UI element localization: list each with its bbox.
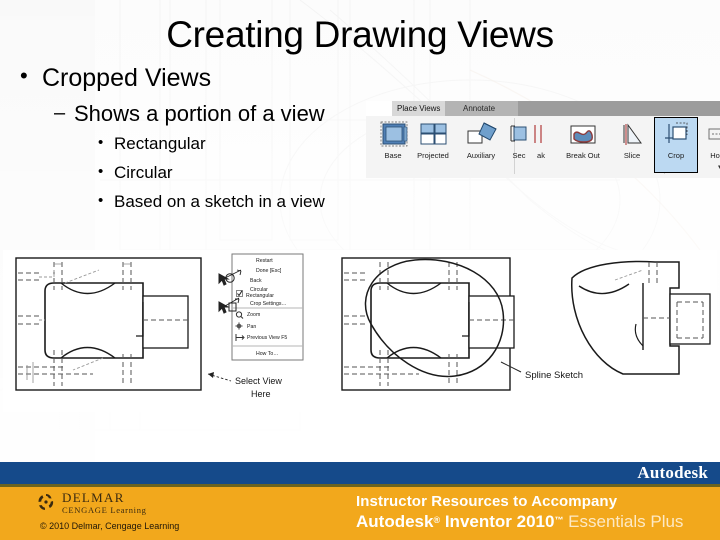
ribbon-right-strip — [518, 101, 720, 116]
product-edition: Essentials Plus — [563, 512, 684, 531]
ribbon-button-auxiliary[interactable]: Auxiliary — [458, 119, 504, 171]
menu-item-back: Back — [250, 278, 262, 284]
crop-icon — [655, 118, 697, 151]
bullet-marker: • — [98, 192, 104, 209]
ribbon-button-slice[interactable]: Slice — [612, 119, 652, 171]
ribbon-button-label: Horiz — [710, 151, 720, 160]
ribbon-button-label: Break Out — [566, 151, 600, 160]
select-view-here-line1: Select View — [235, 376, 282, 386]
menu-item-pan: Pan — [247, 324, 256, 330]
ribbon-button-break[interactable]: ak — [526, 119, 556, 171]
page-title: Creating Drawing Views — [166, 14, 554, 55]
menu-item-previous-view: Previous View F5 — [247, 335, 287, 341]
ribbon-tab-strip: Place Views Annotate — [366, 101, 720, 116]
ribbon-button-label: Slice — [623, 151, 641, 160]
menu-item-done: Done [Esc] — [256, 268, 282, 274]
bullet-text: Rectangular — [114, 134, 206, 153]
bullet-text: Cropped Views — [42, 64, 212, 92]
menu-item-restart: Restart — [256, 258, 273, 264]
autodesk-wordmark: Autodesk — [637, 463, 708, 482]
delmar-brand-name: DELMAR — [62, 490, 125, 505]
bullet-level1: • Cropped Views — [18, 63, 578, 92]
bullet-text: Based on a sketch in a view — [114, 192, 325, 211]
bullet-marker: – — [54, 102, 66, 124]
bullet-level3: • Based on a sketch in a view — [18, 193, 578, 210]
delmar-logo-icon — [36, 492, 56, 512]
footer-blue-bar — [0, 462, 720, 484]
product-name: Inventor 2010 — [440, 512, 555, 531]
select-view-here-line2: Here — [251, 389, 271, 399]
horizontal-break-icon — [702, 119, 720, 151]
ribbon-button-label: Projected — [417, 151, 449, 160]
bullet-marker: • — [20, 63, 28, 88]
illustration-strip: Restart Done [Esc] Back Circular Rectang… — [3, 250, 717, 412]
menu-item-how-to: How To… — [256, 351, 278, 357]
tab-place-views[interactable]: Place Views — [392, 101, 446, 116]
ribbon-button-label: Crop — [667, 151, 685, 160]
ribbon-button-horizontal[interactable]: Horiz ▾ — [702, 119, 720, 171]
bullet-text: Circular — [114, 163, 173, 182]
menu-item-rectangular: Rectangular — [246, 293, 274, 299]
inventor-ribbon-screenshot: Place Views Annotate Base Projected Auxi… — [366, 101, 720, 178]
bullet-text: Shows a portion of a view — [74, 101, 325, 126]
slice-icon — [612, 119, 652, 151]
menu-item-crop-settings: Crop Settings… — [250, 301, 287, 307]
product-brand: Autodesk — [356, 512, 434, 531]
ribbon-button-crop[interactable]: Crop — [654, 117, 698, 173]
copyright-text: © 2010 Delmar, Cengage Learning — [40, 521, 180, 531]
projected-view-icon — [410, 119, 456, 151]
ribbon-panel-area: Base Projected Auxiliary Sec ak Break Ou… — [366, 116, 720, 178]
spline-sketch-label: Spline Sketch — [525, 370, 583, 381]
menu-item-zoom: Zoom — [247, 312, 260, 318]
left-part-drawing — [15, 257, 202, 391]
bullet-marker: • — [98, 163, 104, 180]
tab-annotate[interactable]: Annotate — [458, 101, 500, 116]
spline-sketch-drawing — [341, 257, 515, 391]
ribbon-button-projected[interactable]: Projected — [410, 119, 456, 171]
break-out-icon — [554, 119, 612, 151]
product-title-line: Autodesk® Inventor 2010™ Essentials Plus — [356, 512, 683, 532]
instructor-resources-line: Instructor Resources to Accompany — [356, 493, 618, 510]
ribbon-left-spacer — [366, 101, 392, 116]
cengage-learning-subtitle: CENGAGE Learning — [62, 505, 147, 515]
ribbon-button-label: Auxiliary — [466, 151, 496, 160]
break-icon — [526, 119, 556, 151]
bullet-marker: • — [98, 134, 104, 151]
ribbon-button-label: ak — [537, 151, 545, 160]
crop-context-menu: Restart Done [Esc] Back Circular Rectang… — [218, 253, 304, 361]
ribbon-button-break-out[interactable]: Break Out — [554, 119, 612, 171]
slide-canvas: Creating Drawing Views • Cropped Views –… — [0, 0, 720, 540]
auxiliary-view-icon — [458, 119, 504, 151]
